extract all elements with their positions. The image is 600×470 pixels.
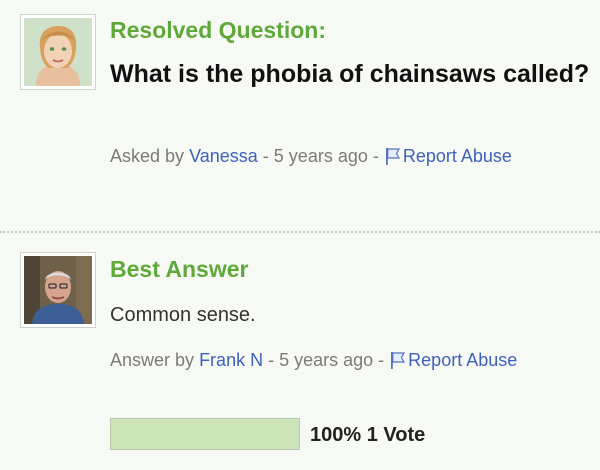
vote-progress-bar bbox=[110, 418, 300, 450]
report-abuse-link[interactable]: Report Abuse bbox=[408, 350, 517, 370]
avatar-icon bbox=[24, 256, 92, 324]
asked-time: - 5 years ago - bbox=[262, 146, 379, 166]
section-divider bbox=[0, 231, 600, 233]
answerer-name-link[interactable]: Frank N bbox=[199, 350, 263, 370]
answerer-avatar[interactable] bbox=[20, 252, 96, 328]
answer-text: Common sense. bbox=[110, 304, 256, 326]
flag-icon bbox=[389, 351, 406, 369]
vote-progress-fill bbox=[111, 419, 299, 449]
answer-time: - 5 years ago - bbox=[268, 350, 385, 370]
answer-by-label: Answer by bbox=[110, 350, 195, 370]
asker-avatar[interactable] bbox=[20, 14, 96, 90]
asker-name-link[interactable]: Vanessa bbox=[189, 146, 258, 166]
report-abuse-link[interactable]: Report Abuse bbox=[403, 146, 512, 166]
question-title: What is the phobia of chainsaws called? bbox=[110, 60, 590, 88]
asked-by-label: Asked by bbox=[110, 146, 185, 166]
resolved-question-heading: Resolved Question: bbox=[110, 17, 326, 43]
vote-count: 100% 1 Vote bbox=[310, 424, 426, 446]
flag-icon bbox=[384, 147, 401, 165]
question-meta: Asked by Vanessa - 5 years ago - Report … bbox=[110, 144, 580, 168]
best-answer-heading: Best Answer bbox=[110, 256, 249, 282]
answer-meta: Answer by Frank N - 5 years ago - Report… bbox=[110, 348, 580, 372]
avatar-icon bbox=[24, 18, 92, 86]
